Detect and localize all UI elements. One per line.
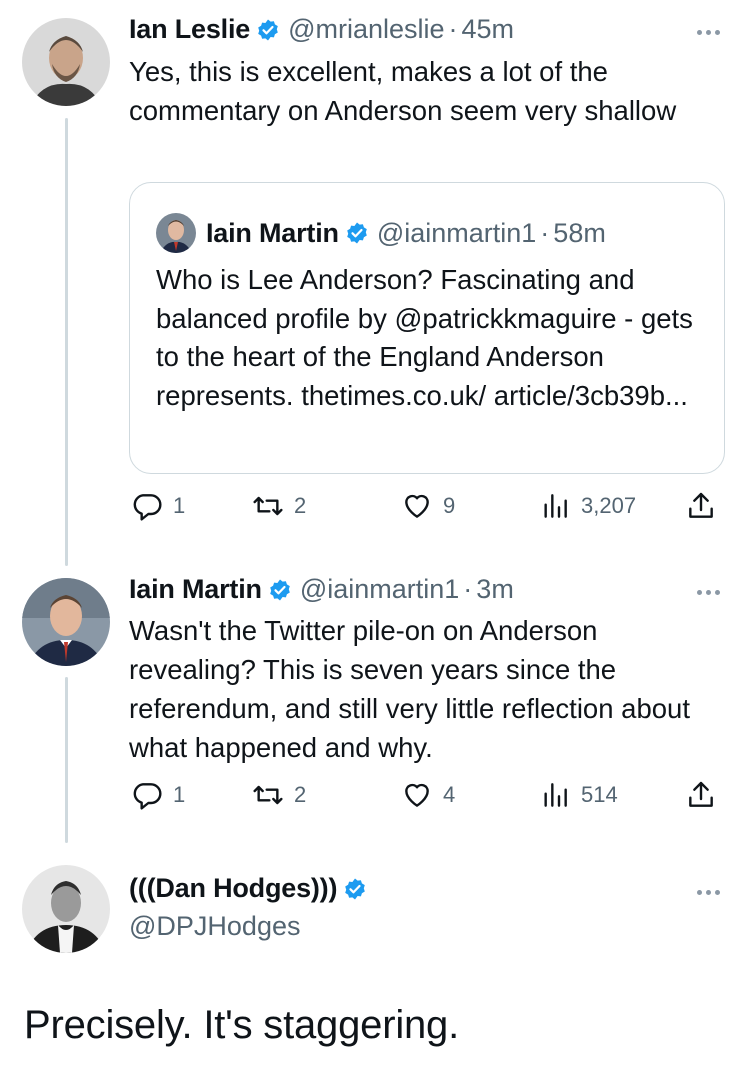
share-icon <box>689 781 713 807</box>
author-handle[interactable]: @mrianleslie <box>288 14 444 45</box>
like-button[interactable]: 4 <box>401 779 455 811</box>
views-count: 3,207 <box>581 493 637 518</box>
author-name[interactable]: (((Dan Hodges))) <box>129 873 337 904</box>
tweet3-handle-row: @DPJHodges <box>129 911 300 942</box>
verified-icon <box>345 878 366 899</box>
timestamp[interactable]: 3m <box>476 574 514 605</box>
retweet-count: 2 <box>294 782 307 807</box>
views-button[interactable]: 514 <box>539 779 618 811</box>
like-button[interactable]: 9 <box>401 490 455 522</box>
separator-dot: · <box>540 217 550 248</box>
retweet-button[interactable]: 2 <box>252 779 306 811</box>
tweet1-actions: 1 2 9 3,207 <box>129 490 729 530</box>
like-icon <box>405 494 429 518</box>
separator-dot: · <box>463 574 473 604</box>
reply-count: 1 <box>173 782 186 807</box>
quoted-author-name[interactable]: Iain Martin <box>206 218 339 249</box>
avatar-ian-leslie[interactable] <box>22 18 110 106</box>
quoted-tweet[interactable]: Iain Martin @iainmartin1 · 58m Who is Le… <box>129 182 725 474</box>
author-handle[interactable]: @iainmartin1 <box>300 574 459 605</box>
avatar-iain-martin-small <box>156 213 196 253</box>
like-icon <box>405 783 429 807</box>
retweet-count: 2 <box>294 493 307 518</box>
quoted-tweet-text: Who is Lee Anderson? Fascinating and bal… <box>156 264 693 411</box>
share-button[interactable] <box>685 490 727 522</box>
author-handle[interactable]: @DPJHodges <box>129 911 300 942</box>
verified-icon <box>270 579 290 600</box>
verified-icon <box>347 222 367 244</box>
retweet-icon <box>253 785 283 805</box>
quoted-tweet-header: Iain Martin @iainmartin1 · 58m <box>156 213 606 253</box>
share-button[interactable] <box>685 779 727 811</box>
avatar-dan-hodges[interactable] <box>22 865 110 953</box>
views-count: 514 <box>581 782 618 807</box>
retweet-icon <box>253 496 283 516</box>
tweet-text: Yes, this is excellent, makes a lot of t… <box>129 56 677 126</box>
tweet2-actions: 1 2 4 514 <box>129 779 729 819</box>
more-icon[interactable] <box>697 590 720 595</box>
tweet3-name-row: (((Dan Hodges))) <box>129 873 375 904</box>
verified-icon <box>258 19 278 40</box>
retweet-button[interactable]: 2 <box>252 490 306 522</box>
reply-icon <box>133 494 162 521</box>
views-icon <box>544 783 567 807</box>
reply-icon <box>133 783 162 810</box>
thread-line <box>65 118 68 566</box>
thread-line <box>65 677 68 843</box>
tweet2-header: Iain Martin @iainmartin1 · 3m <box>129 574 514 605</box>
more-icon[interactable] <box>697 890 720 895</box>
author-name[interactable]: Ian Leslie <box>129 14 250 45</box>
timestamp[interactable]: 45m <box>462 14 515 45</box>
reply-button[interactable]: 1 <box>131 779 185 811</box>
tweet-text: Wasn't the Twitter pile-on on Anderson r… <box>129 615 690 763</box>
main-tweet-text: Precisely. It's staggering. <box>24 1003 460 1047</box>
quoted-timestamp[interactable]: 58m <box>553 218 606 249</box>
reply-button[interactable]: 1 <box>131 490 185 522</box>
like-count: 4 <box>443 782 456 807</box>
more-icon[interactable] <box>697 30 720 35</box>
like-count: 9 <box>443 493 456 518</box>
views-icon <box>544 494 567 518</box>
separator-dot: · <box>448 14 458 44</box>
views-button[interactable]: 3,207 <box>539 490 636 522</box>
author-name[interactable]: Iain Martin <box>129 574 262 605</box>
quoted-author-handle[interactable]: @iainmartin1 <box>377 218 536 249</box>
avatar-iain-martin[interactable] <box>22 578 110 666</box>
share-icon <box>689 492 713 518</box>
tweet1-header: Ian Leslie @mrianleslie · 45m <box>129 14 514 45</box>
reply-count: 1 <box>173 493 186 518</box>
